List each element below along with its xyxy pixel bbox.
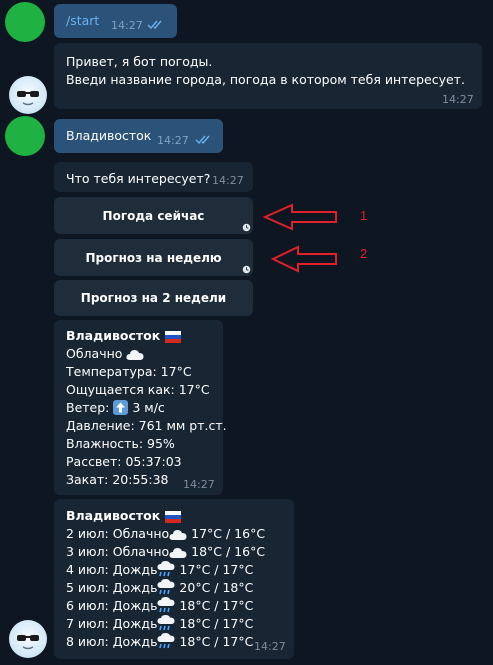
sunset-text: Закат: 20:55:38 [66, 472, 169, 487]
rain-cloud-icon [157, 597, 175, 613]
cloud-icon [169, 526, 187, 541]
user-avatar[interactable] [5, 2, 45, 42]
bot-avatar[interactable] [9, 620, 47, 658]
rain-cloud-icon [157, 561, 175, 577]
double-check-icon [147, 20, 162, 30]
wind-row: Ветер: 3 м/с [66, 399, 165, 417]
message-forecast[interactable]: Владивосток 2 июл: Облачно 17°C / 16°C 3 … [54, 499, 294, 659]
message-time: 14:27 [157, 134, 189, 147]
forecast-row: 3 июл: Облачно 18°C / 16°C [66, 543, 265, 561]
forecast-temps: 17°C / 17°C [175, 562, 254, 577]
forecast-temps: 20°C / 18°C [175, 580, 254, 595]
cloud-icon [169, 544, 187, 559]
wind-label: Ветер: [66, 400, 110, 415]
annotation-label-1: 1 [360, 208, 368, 223]
temperature-text: Температура: 17°C [66, 364, 192, 379]
message-time: 14:27 [442, 93, 474, 106]
rain-cloud-icon [157, 615, 175, 631]
russia-flag-icon [164, 331, 181, 343]
annotation-label-2: 2 [360, 246, 368, 261]
forecast-day-label: 6 июл: Дождь [66, 598, 158, 613]
button-label: Прогноз на неделю [85, 250, 222, 265]
message-text: Что тебя интересует? [66, 171, 211, 186]
message-city[interactable]: Владивосток 14:27 [54, 119, 223, 153]
forecast-row: 8 июл: Дождь 18°C / 17°C [66, 633, 253, 651]
cloud-icon [126, 350, 144, 360]
forecast-row: 6 июл: Дождь 18°C / 17°C [66, 597, 253, 615]
clock-icon [242, 265, 251, 274]
message-text-line1: Привет, я бот погоды. [66, 54, 213, 69]
message-start[interactable]: /start 14:27 [54, 4, 177, 38]
forecast-temps: 17°C / 16°C [187, 526, 266, 541]
bot-avatar[interactable] [9, 76, 47, 114]
two-week-forecast-button[interactable]: Прогноз на 2 недели [54, 280, 253, 316]
forecast-row: 2 июл: Облачно 17°C / 16°C [66, 525, 265, 543]
button-label: Погода сейчас [102, 208, 205, 223]
bot-sunglasses-icon [17, 91, 39, 106]
message-time: 14:27 [183, 478, 215, 491]
condition-text: Облачно [66, 346, 123, 361]
forecast-row: 5 июл: Дождь 20°C / 18°C [66, 579, 253, 597]
feels-like-text: Ощущается как: 17°C [66, 382, 210, 397]
clock-icon [242, 223, 251, 232]
sunrise-text: Рассвет: 05:37:03 [66, 454, 182, 469]
button-label: Прогноз на 2 недели [80, 291, 227, 305]
message-greeting[interactable]: Привет, я бот погоды. Введи название гор… [54, 43, 482, 109]
rain-cloud-icon [157, 579, 175, 595]
forecast-day-label: 7 июл: Дождь [66, 616, 158, 631]
forecast-temps: 18°C / 17°C [175, 616, 254, 631]
weather-now-button[interactable]: Погода сейчас [54, 197, 253, 234]
message-time: 14:27 [212, 174, 244, 187]
message-text: Владивосток [66, 128, 152, 143]
message-question[interactable]: Что тебя интересует? 14:27 [54, 162, 253, 192]
forecast-title: Владивосток [66, 507, 181, 525]
message-time: 14:27 [111, 19, 143, 32]
forecast-row: 4 июл: Дождь 17°C / 17°C [66, 561, 253, 579]
user-avatar[interactable] [5, 116, 45, 156]
city-name: Владивосток [66, 328, 161, 343]
weather-condition: Облачно [66, 345, 144, 363]
forecast-day-label: 3 июл: Облачно [66, 544, 170, 559]
message-time: 14:27 [254, 640, 286, 653]
forecast-day-label: 4 июл: Дождь [66, 562, 158, 577]
humidity-text: Влажность: 95% [66, 436, 175, 451]
annotation-arrow-1 [262, 203, 337, 231]
up-arrow-icon [113, 400, 129, 415]
forecast-temps: 18°C / 16°C [187, 544, 266, 559]
message-current-weather[interactable]: Владивосток Облачно Температура: 17°C Ощ… [54, 320, 227, 495]
forecast-day-label: 5 июл: Дождь [66, 580, 158, 595]
annotation-arrow-2 [270, 245, 337, 273]
forecast-day-label: 8 июл: Дождь [66, 634, 158, 649]
forecast-day-label: 2 июл: Облачно [66, 526, 170, 541]
bot-sunglasses-icon [17, 635, 39, 650]
double-check-icon [195, 135, 210, 145]
message-text[interactable]: /start [66, 12, 99, 30]
wind-value: 3 м/с [132, 400, 165, 415]
forecast-temps: 18°C / 17°C [175, 598, 254, 613]
forecast-temps: 18°C / 17°C [175, 634, 254, 649]
forecast-row: 7 июл: Дождь 18°C / 17°C [66, 615, 253, 633]
message-text-line2: Введи название города, погода в котором … [66, 72, 465, 87]
city-name: Владивосток [66, 508, 161, 523]
rain-cloud-icon [157, 633, 175, 649]
weather-title: Владивосток [66, 327, 181, 345]
pressure-text: Давление: 761 мм рт.ст. [66, 418, 227, 433]
weekly-forecast-button[interactable]: Прогноз на неделю [54, 239, 253, 276]
russia-flag-icon [164, 511, 181, 523]
